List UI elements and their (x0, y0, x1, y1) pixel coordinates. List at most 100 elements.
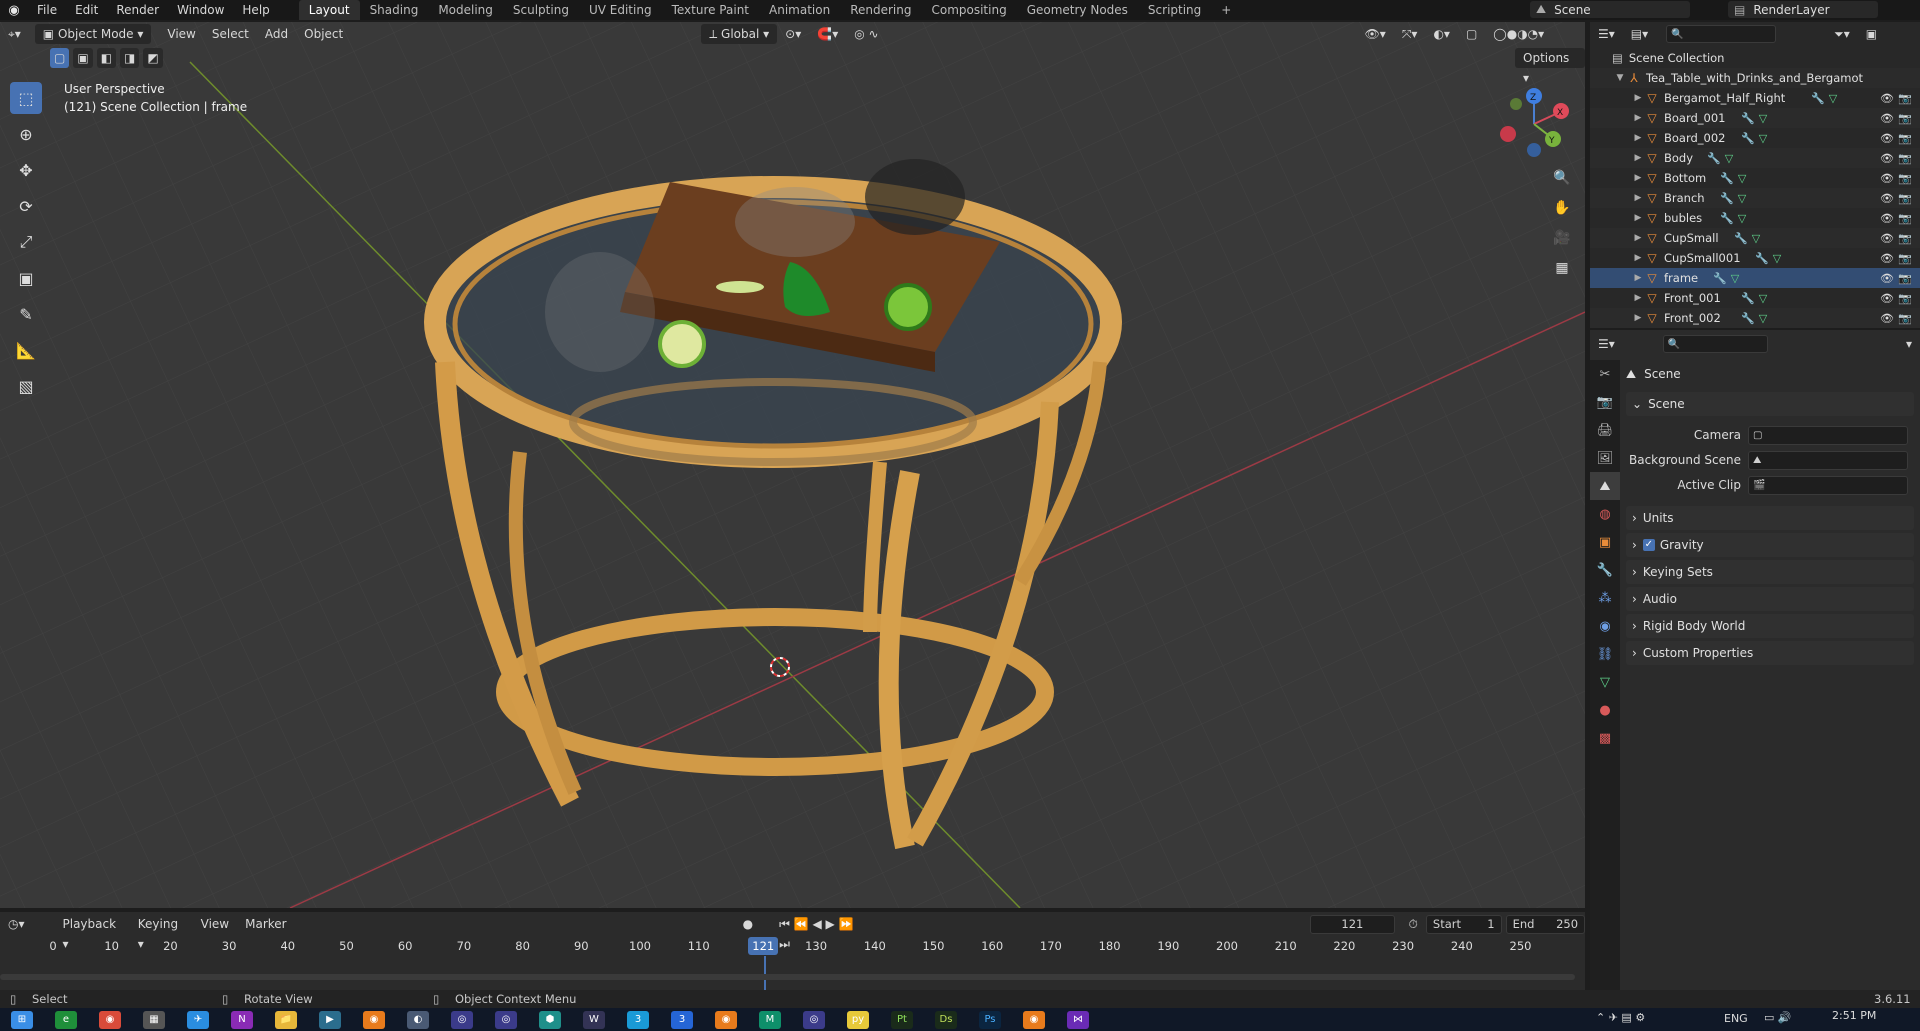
outliner-object-row[interactable]: ▶ ▽ CupSmall001 🔧 ▽ 👁 📷 (1590, 248, 1920, 268)
select-intersect-icon[interactable]: ◩ (143, 48, 163, 68)
mesh-data-icon[interactable]: ▽ (1725, 152, 1733, 165)
tab-animation[interactable]: Animation (759, 0, 840, 20)
mesh-data-icon[interactable]: ▽ (1752, 232, 1760, 245)
file-explorer-icon[interactable]: 📁 (275, 1010, 297, 1029)
onenote-icon[interactable]: N (231, 1010, 253, 1029)
modifier-icon[interactable]: 🔧 (1734, 232, 1748, 245)
properties-search-input[interactable]: 🔍 (1662, 335, 1768, 353)
view-layer-tab-icon[interactable]: 🖼 (1590, 444, 1620, 472)
frame-ruler[interactable]: 0 10 20 30 40 50 60 70 80 90 100 110 121 130 140 150 160… (0, 937, 1585, 959)
tab-uv-editing[interactable]: UV Editing (579, 0, 662, 20)
scale-tool-icon[interactable]: ⤢ (10, 226, 42, 258)
snap-icon[interactable]: 🧲▾ (809, 24, 846, 44)
modifier-icon[interactable]: 🔧 (1741, 112, 1755, 125)
outliner-object-row[interactable]: ▶ ▽ Board_002 🔧 ▽ 👁 📷 (1590, 128, 1920, 148)
3d-viewport[interactable]: Z X Y ⌖▾ ▣ Object Mode ▾ View Select Add… (0, 22, 1585, 908)
eye-icon[interactable]: 👁 (1880, 232, 1894, 245)
scene-tab-icon[interactable]: ⛰ (1590, 472, 1620, 500)
gravity-checkbox[interactable]: ✓ (1642, 539, 1655, 551)
outliner-object-row[interactable]: ▶ ▽ Front_001 🔧 ▽ 👁 📷 (1590, 288, 1920, 308)
chevron-down-icon[interactable]: ▾ (1898, 334, 1920, 354)
eye-icon[interactable]: 👁 (1880, 152, 1894, 165)
custom-properties-panel-header[interactable]: › Custom Properties (1626, 641, 1914, 665)
tab-sculpting[interactable]: Sculpting (503, 0, 579, 20)
outliner-object-row[interactable]: ▶ ▽ Branch 🔧 ▽ 👁 📷 (1590, 188, 1920, 208)
proportional-edit-icon[interactable]: ◎ ∿ (846, 24, 886, 44)
pan-hand-icon[interactable]: ✋ (1549, 195, 1575, 221)
windows-start-icon[interactable]: ⊞ (11, 1010, 33, 1029)
menu-window[interactable]: Window (168, 0, 233, 20)
tray-icons[interactable]: ⌃ ✈ ▤ ⚙ (1596, 1011, 1645, 1024)
collection-row[interactable]: ▼ ⅄ Tea_Table_with_Drinks_and_Bergamot (1590, 68, 1920, 88)
editor-type-icon[interactable]: ⌖▾ (0, 24, 29, 44)
eye-icon[interactable]: 👁 (1880, 132, 1894, 145)
expand-right-icon[interactable]: ▶ (1632, 213, 1644, 223)
background-scene-field[interactable]: ⛰ (1748, 451, 1908, 470)
expand-right-icon[interactable]: ▶ (1632, 93, 1644, 103)
modifier-icon[interactable]: 🔧 (1720, 172, 1734, 185)
marker-menu[interactable]: Marker (237, 914, 294, 934)
modifier-icon[interactable]: 🔧 (1741, 132, 1755, 145)
modifier-icon[interactable]: 🔧 (1713, 272, 1727, 285)
modifier-icon[interactable]: 🔧 (1755, 252, 1769, 265)
eye-icon[interactable]: 👁 (1880, 292, 1894, 305)
render-camera-icon[interactable]: 📷 (1898, 312, 1912, 325)
render-camera-icon[interactable]: 📷 (1898, 212, 1912, 225)
camera-field[interactable]: ▢ (1748, 426, 1908, 445)
xray-toggle-icon[interactable]: ▢ (1458, 24, 1485, 44)
chrome-browser-icon[interactable]: ◉ (99, 1010, 121, 1029)
render-camera-icon[interactable]: 📷 (1898, 252, 1912, 265)
modifier-icon[interactable]: 🔧 (1811, 92, 1825, 105)
playback-controls[interactable]: ⏮ ⏪ ◀ ▶ ⏩ ⏭ (771, 914, 870, 951)
expand-right-icon[interactable]: ▶ (1632, 173, 1644, 183)
physics-tab-icon[interactable]: ◉ (1590, 612, 1620, 640)
expand-right-icon[interactable]: ▶ (1632, 153, 1644, 163)
render-camera-icon[interactable]: 📷 (1898, 232, 1912, 245)
eye-icon[interactable]: 👁 (1880, 312, 1894, 325)
view-layer-selector[interactable]: ▤ RenderLayer (1728, 1, 1878, 18)
scene-panel-header[interactable]: ⌄ Scene (1626, 392, 1914, 416)
move-tool-icon[interactable]: ✥ (10, 154, 42, 186)
word-icon[interactable]: W (583, 1010, 605, 1029)
obs-icon[interactable]: ◎ (451, 1010, 473, 1029)
gizmo-toggle-icon[interactable]: ⤧▾ (1394, 24, 1426, 44)
modifier-icon[interactable]: 🔧 (1741, 312, 1755, 325)
app-cube-icon[interactable]: ⬢ (539, 1010, 561, 1029)
modifier-tab-icon[interactable]: 🔧 (1590, 556, 1620, 584)
add-cube-tool-icon[interactable]: ▧ (10, 370, 42, 402)
data-tab-icon[interactable]: ▽ (1590, 668, 1620, 696)
blender-active-icon[interactable]: ◉ (1023, 1010, 1045, 1029)
render-camera-icon[interactable]: 📷 (1898, 92, 1912, 105)
modifier-icon[interactable]: 🔧 (1720, 192, 1734, 205)
object-menu[interactable]: Object (296, 24, 351, 44)
render-camera-icon[interactable]: 📷 (1898, 132, 1912, 145)
outliner-object-row[interactable]: ▶ ▽ bubles 🔧 ▽ 👁 📷 (1590, 208, 1920, 228)
outliner-object-row[interactable]: ▶ ▽ CupSmall 🔧 ▽ 👁 📷 (1590, 228, 1920, 248)
blender-icon[interactable]: ◉ (363, 1010, 385, 1029)
properties-editor-icon[interactable]: ☰▾ (1590, 334, 1623, 354)
tab-texture-paint[interactable]: Texture Paint (662, 0, 759, 20)
measure-tool-icon[interactable]: 📐 (10, 334, 42, 366)
current-frame-field[interactable]: 121 (1310, 914, 1395, 934)
obs-third-icon[interactable]: ◎ (803, 1010, 825, 1029)
eye-icon[interactable]: 👁 (1880, 192, 1894, 205)
tool-tab-icon[interactable]: ✂ (1590, 360, 1620, 388)
eye-icon[interactable]: 👁 (1880, 172, 1894, 185)
app-3-icon[interactable]: 3 (627, 1010, 649, 1029)
photoshop-icon[interactable]: Ps (979, 1010, 1001, 1029)
new-collection-icon[interactable]: ▣ (1858, 24, 1885, 44)
eye-icon[interactable]: 👁 (1880, 272, 1894, 285)
cursor-tool-icon[interactable]: ⊕ (10, 118, 42, 150)
mode-dropdown[interactable]: ▣ Object Mode ▾ (34, 24, 152, 44)
outliner-object-row[interactable]: ▶ ▽ Board_001 🔧 ▽ 👁 📷 (1590, 108, 1920, 128)
expand-right-icon[interactable]: ▶ (1632, 313, 1644, 323)
menu-help[interactable]: Help (233, 0, 278, 20)
record-icon[interactable]: ● (735, 914, 761, 934)
blender-logo-icon[interactable]: ◉ (0, 3, 28, 18)
outliner-object-row[interactable]: ▶ ▽ Bottom 🔧 ▽ 👁 📷 (1590, 168, 1920, 188)
mesh-data-icon[interactable]: ▽ (1738, 192, 1746, 205)
clock[interactable]: 2:51 PM (1832, 1009, 1876, 1022)
expand-right-icon[interactable]: ▶ (1632, 133, 1644, 143)
calculator-icon[interactable]: ▦ (143, 1010, 165, 1029)
annotate-tool-icon[interactable]: ✎ (10, 298, 42, 330)
